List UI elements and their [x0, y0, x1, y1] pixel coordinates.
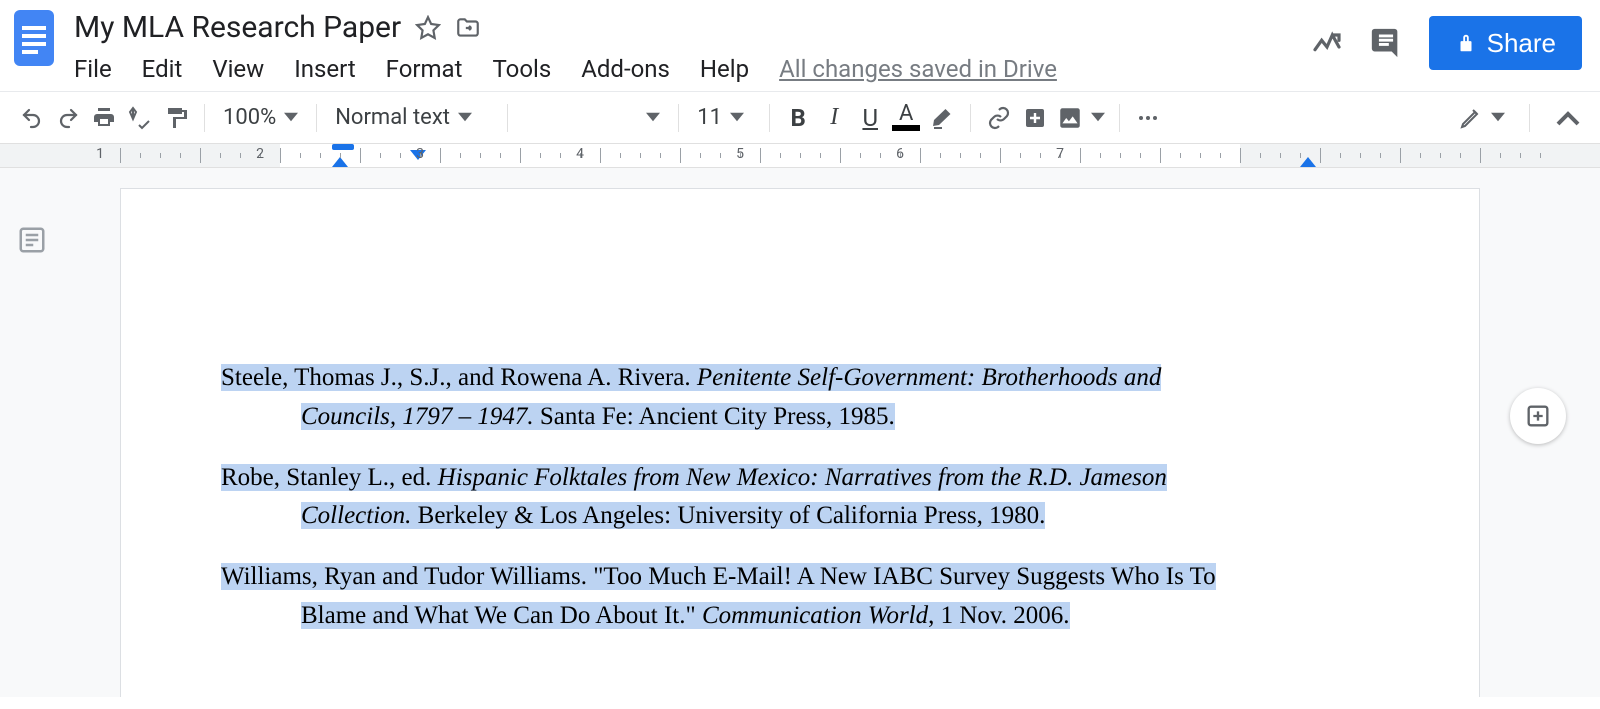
- document-title[interactable]: My MLA Research Paper: [74, 8, 401, 47]
- citation-entry[interactable]: Williams, Ryan and Tudor Williams. "Too …: [221, 558, 1379, 636]
- more-tools-button[interactable]: [1130, 100, 1166, 136]
- ruler-number: 6: [896, 146, 904, 162]
- ruler-number: 7: [1056, 146, 1064, 162]
- caret-down-icon: [1091, 105, 1105, 130]
- menu-edit[interactable]: Edit: [142, 51, 199, 91]
- caret-down-icon: [730, 105, 744, 130]
- print-button[interactable]: [86, 100, 122, 136]
- star-icon[interactable]: [415, 15, 441, 41]
- undo-button[interactable]: [14, 100, 50, 136]
- highlight-color-button[interactable]: [924, 100, 960, 136]
- zoom-value: 100%: [223, 105, 276, 130]
- horizontal-ruler[interactable]: 1 2 3 4 5 6 7: [0, 144, 1600, 168]
- collapse-toolbar-button[interactable]: [1550, 100, 1586, 136]
- redo-button[interactable]: [50, 100, 86, 136]
- citation-entry[interactable]: Steele, Thomas J., S.J., and Rowena A. R…: [221, 359, 1379, 437]
- explore-button[interactable]: [1510, 388, 1566, 444]
- document-content[interactable]: Steele, Thomas J., S.J., and Rowena A. R…: [121, 189, 1479, 697]
- text-color-button[interactable]: A: [888, 100, 924, 136]
- editing-mode-button[interactable]: [1455, 100, 1509, 136]
- paragraph-style-dropdown[interactable]: Normal text: [327, 100, 497, 136]
- ruler-number: 5: [736, 146, 744, 162]
- font-dropdown[interactable]: [518, 100, 668, 136]
- move-folder-icon[interactable]: [455, 15, 481, 41]
- font-size-value: 11: [697, 105, 722, 130]
- insert-comment-button[interactable]: [1017, 100, 1053, 136]
- share-button[interactable]: Share: [1429, 16, 1582, 70]
- toolbar: 100% Normal text 11 B I U A: [0, 92, 1600, 144]
- paint-format-button[interactable]: [158, 100, 194, 136]
- document-page[interactable]: Steele, Thomas J., S.J., and Rowena A. R…: [120, 188, 1480, 697]
- docs-logo[interactable]: [12, 8, 56, 68]
- activity-icon[interactable]: [1311, 27, 1343, 59]
- menubar: File Edit View Insert Format Tools Add-o…: [74, 51, 1311, 91]
- insert-link-button[interactable]: [981, 100, 1017, 136]
- ruler-number: 3: [416, 146, 424, 162]
- italic-button[interactable]: I: [816, 100, 852, 136]
- caret-down-icon: [646, 105, 660, 130]
- ruler-number: 2: [256, 146, 264, 162]
- save-status: All changes saved in Drive: [779, 51, 1057, 91]
- menu-addons[interactable]: Add-ons: [581, 51, 686, 91]
- menu-tools[interactable]: Tools: [492, 51, 567, 91]
- menu-format[interactable]: Format: [386, 51, 479, 91]
- menu-help[interactable]: Help: [700, 51, 765, 91]
- font-size-dropdown[interactable]: 11: [689, 100, 759, 136]
- ruler-number: 1: [96, 146, 104, 162]
- zoom-dropdown[interactable]: 100%: [215, 100, 306, 136]
- comments-icon[interactable]: [1369, 26, 1403, 60]
- spellcheck-button[interactable]: [122, 100, 158, 136]
- document-outline-button[interactable]: [14, 222, 50, 258]
- bold-button[interactable]: B: [780, 100, 816, 136]
- citation-entry[interactable]: Robe, Stanley L., ed. Hispanic Folktales…: [221, 459, 1379, 537]
- caret-down-icon: [284, 105, 298, 130]
- underline-button[interactable]: U: [852, 100, 888, 136]
- caret-down-icon: [1491, 105, 1505, 130]
- caret-down-icon: [458, 105, 472, 130]
- menu-file[interactable]: File: [74, 51, 128, 91]
- ruler-number: 4: [576, 146, 584, 162]
- menu-view[interactable]: View: [212, 51, 280, 91]
- share-button-label: Share: [1487, 28, 1556, 59]
- menu-insert[interactable]: Insert: [294, 51, 371, 91]
- paragraph-style-value: Normal text: [335, 105, 450, 130]
- insert-image-button[interactable]: [1053, 100, 1109, 136]
